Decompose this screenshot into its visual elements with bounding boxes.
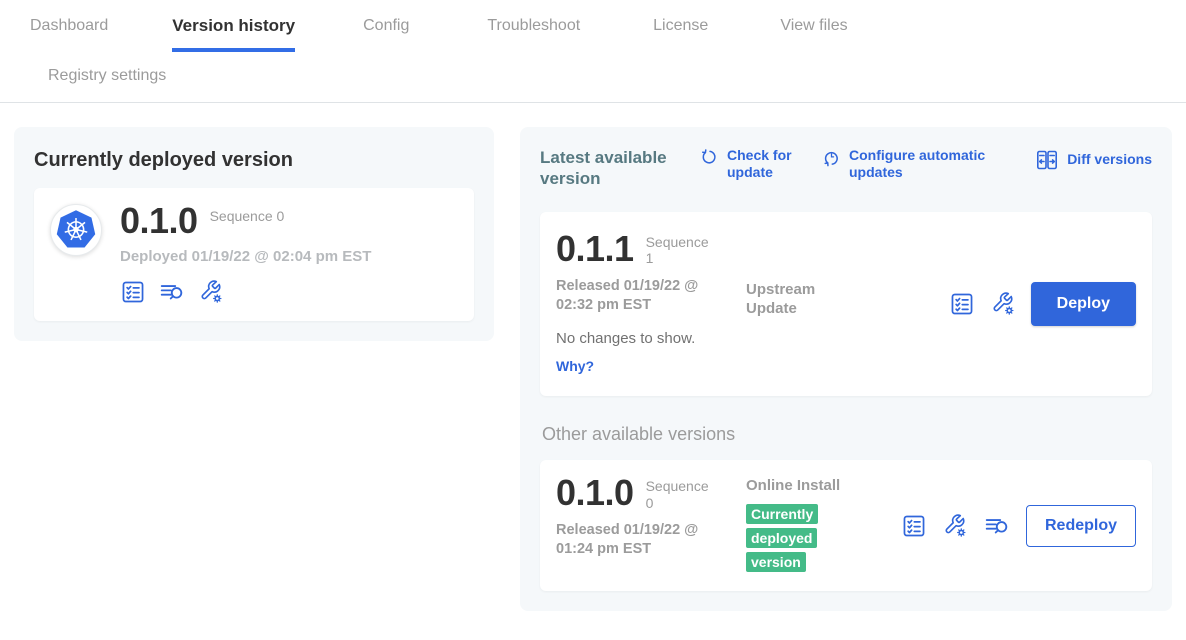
latest-sequence-label: Sequence 1: [646, 232, 716, 268]
preflight-checks-icon[interactable]: [120, 279, 146, 305]
other-versions-title: Other available versions: [542, 424, 1152, 445]
latest-version-header: Latest available version Check for updat…: [540, 147, 1152, 190]
kubernetes-logo-icon: [53, 207, 99, 253]
other-source-label: Online Install: [746, 476, 842, 496]
diff-versions-label: Diff versions: [1067, 151, 1152, 168]
check-for-update-link[interactable]: Check for update: [700, 147, 800, 181]
diff-versions-link[interactable]: Diff versions: [1035, 147, 1152, 172]
latest-version-actions: Deploy: [949, 282, 1136, 326]
tab-view-files[interactable]: View files: [780, 16, 847, 36]
redeploy-button[interactable]: Redeploy: [1026, 505, 1136, 547]
app-logo: [50, 204, 102, 256]
nav-tabs-row-2: Registry settings: [0, 52, 1186, 102]
configure-automatic-updates-label: Configure automatic updates: [849, 147, 1012, 181]
refresh-icon: [700, 148, 719, 167]
deploy-button[interactable]: Deploy: [1031, 282, 1136, 326]
main-content: Currently deployed version: [0, 103, 1186, 611]
latest-version-info: 0.1.1 Sequence 1 Released 01/19/22 @ 02:…: [556, 232, 728, 376]
current-version-number: 0.1.0: [120, 204, 198, 238]
available-versions-panel: Latest available version Check for updat…: [520, 127, 1172, 611]
configure-automatic-updates-link[interactable]: Configure automatic updates: [822, 147, 1012, 181]
current-sequence-label: Sequence 0: [210, 204, 285, 225]
latest-released-timestamp: Released 01/19/22 @ 02:32 pm EST: [556, 277, 718, 315]
current-version-actions: [120, 279, 371, 305]
tab-license[interactable]: License: [653, 16, 708, 36]
other-released-timestamp: Released 01/19/22 @ 01:24 pm EST: [556, 521, 718, 559]
other-version-number: 0.1.0: [556, 476, 634, 510]
auto-update-schedule-icon: [822, 148, 841, 167]
other-sequence-label: Sequence 0: [646, 476, 716, 512]
tab-dashboard[interactable]: Dashboard: [30, 16, 108, 36]
view-logs-icon[interactable]: [983, 513, 1011, 539]
other-version-actions: Redeploy: [901, 505, 1136, 547]
latest-version-card: 0.1.1 Sequence 1 Released 01/19/22 @ 02:…: [540, 212, 1152, 396]
check-for-update-label: Check for update: [727, 147, 800, 181]
currently-deployed-title: Currently deployed version: [34, 149, 474, 172]
currently-deployed-card: 0.1.0 Sequence 0 Deployed 01/19/22 @ 02:…: [34, 188, 474, 321]
other-version-card: 0.1.0 Sequence 0 Released 01/19/22 @ 01:…: [540, 460, 1152, 592]
current-version-info: 0.1.0 Sequence 0 Deployed 01/19/22 @ 02:…: [120, 204, 371, 305]
currently-deployed-badge: Currently deployed version: [746, 504, 818, 572]
edit-config-icon[interactable]: [198, 279, 224, 305]
latest-source-label: Upstream Update: [746, 280, 842, 319]
current-deployed-timestamp: Deployed 01/19/22 @ 02:04 pm EST: [120, 248, 371, 265]
nav-tabs-row-1: Dashboard Version history Config Trouble…: [0, 16, 1186, 52]
diff-versions-icon: [1035, 148, 1059, 172]
latest-source-column: Upstream Update: [746, 232, 842, 319]
why-link[interactable]: Why?: [556, 358, 594, 374]
latest-version-title: Latest available version: [540, 147, 682, 190]
view-logs-icon[interactable]: [158, 279, 186, 305]
preflight-checks-icon[interactable]: [949, 291, 975, 317]
tab-version-history[interactable]: Version history: [172, 16, 295, 52]
no-changes-text: No changes to show.: [556, 330, 728, 347]
top-navigation: Dashboard Version history Config Trouble…: [0, 0, 1186, 103]
preflight-checks-icon[interactable]: [901, 513, 927, 539]
edit-config-icon[interactable]: [942, 513, 968, 539]
latest-version-number: 0.1.1: [556, 232, 634, 266]
currently-deployed-panel: Currently deployed version: [14, 127, 494, 341]
tab-troubleshoot[interactable]: Troubleshoot: [487, 16, 580, 36]
other-version-info: 0.1.0 Sequence 0 Released 01/19/22 @ 01:…: [556, 476, 728, 559]
edit-config-icon[interactable]: [990, 291, 1016, 317]
other-source-column: Online Install Currently deployed versio…: [746, 476, 842, 576]
tab-config[interactable]: Config: [363, 16, 409, 36]
currently-deployed-badge-wrap: Currently deployed version: [746, 503, 828, 575]
tab-registry-settings[interactable]: Registry settings: [48, 67, 166, 84]
